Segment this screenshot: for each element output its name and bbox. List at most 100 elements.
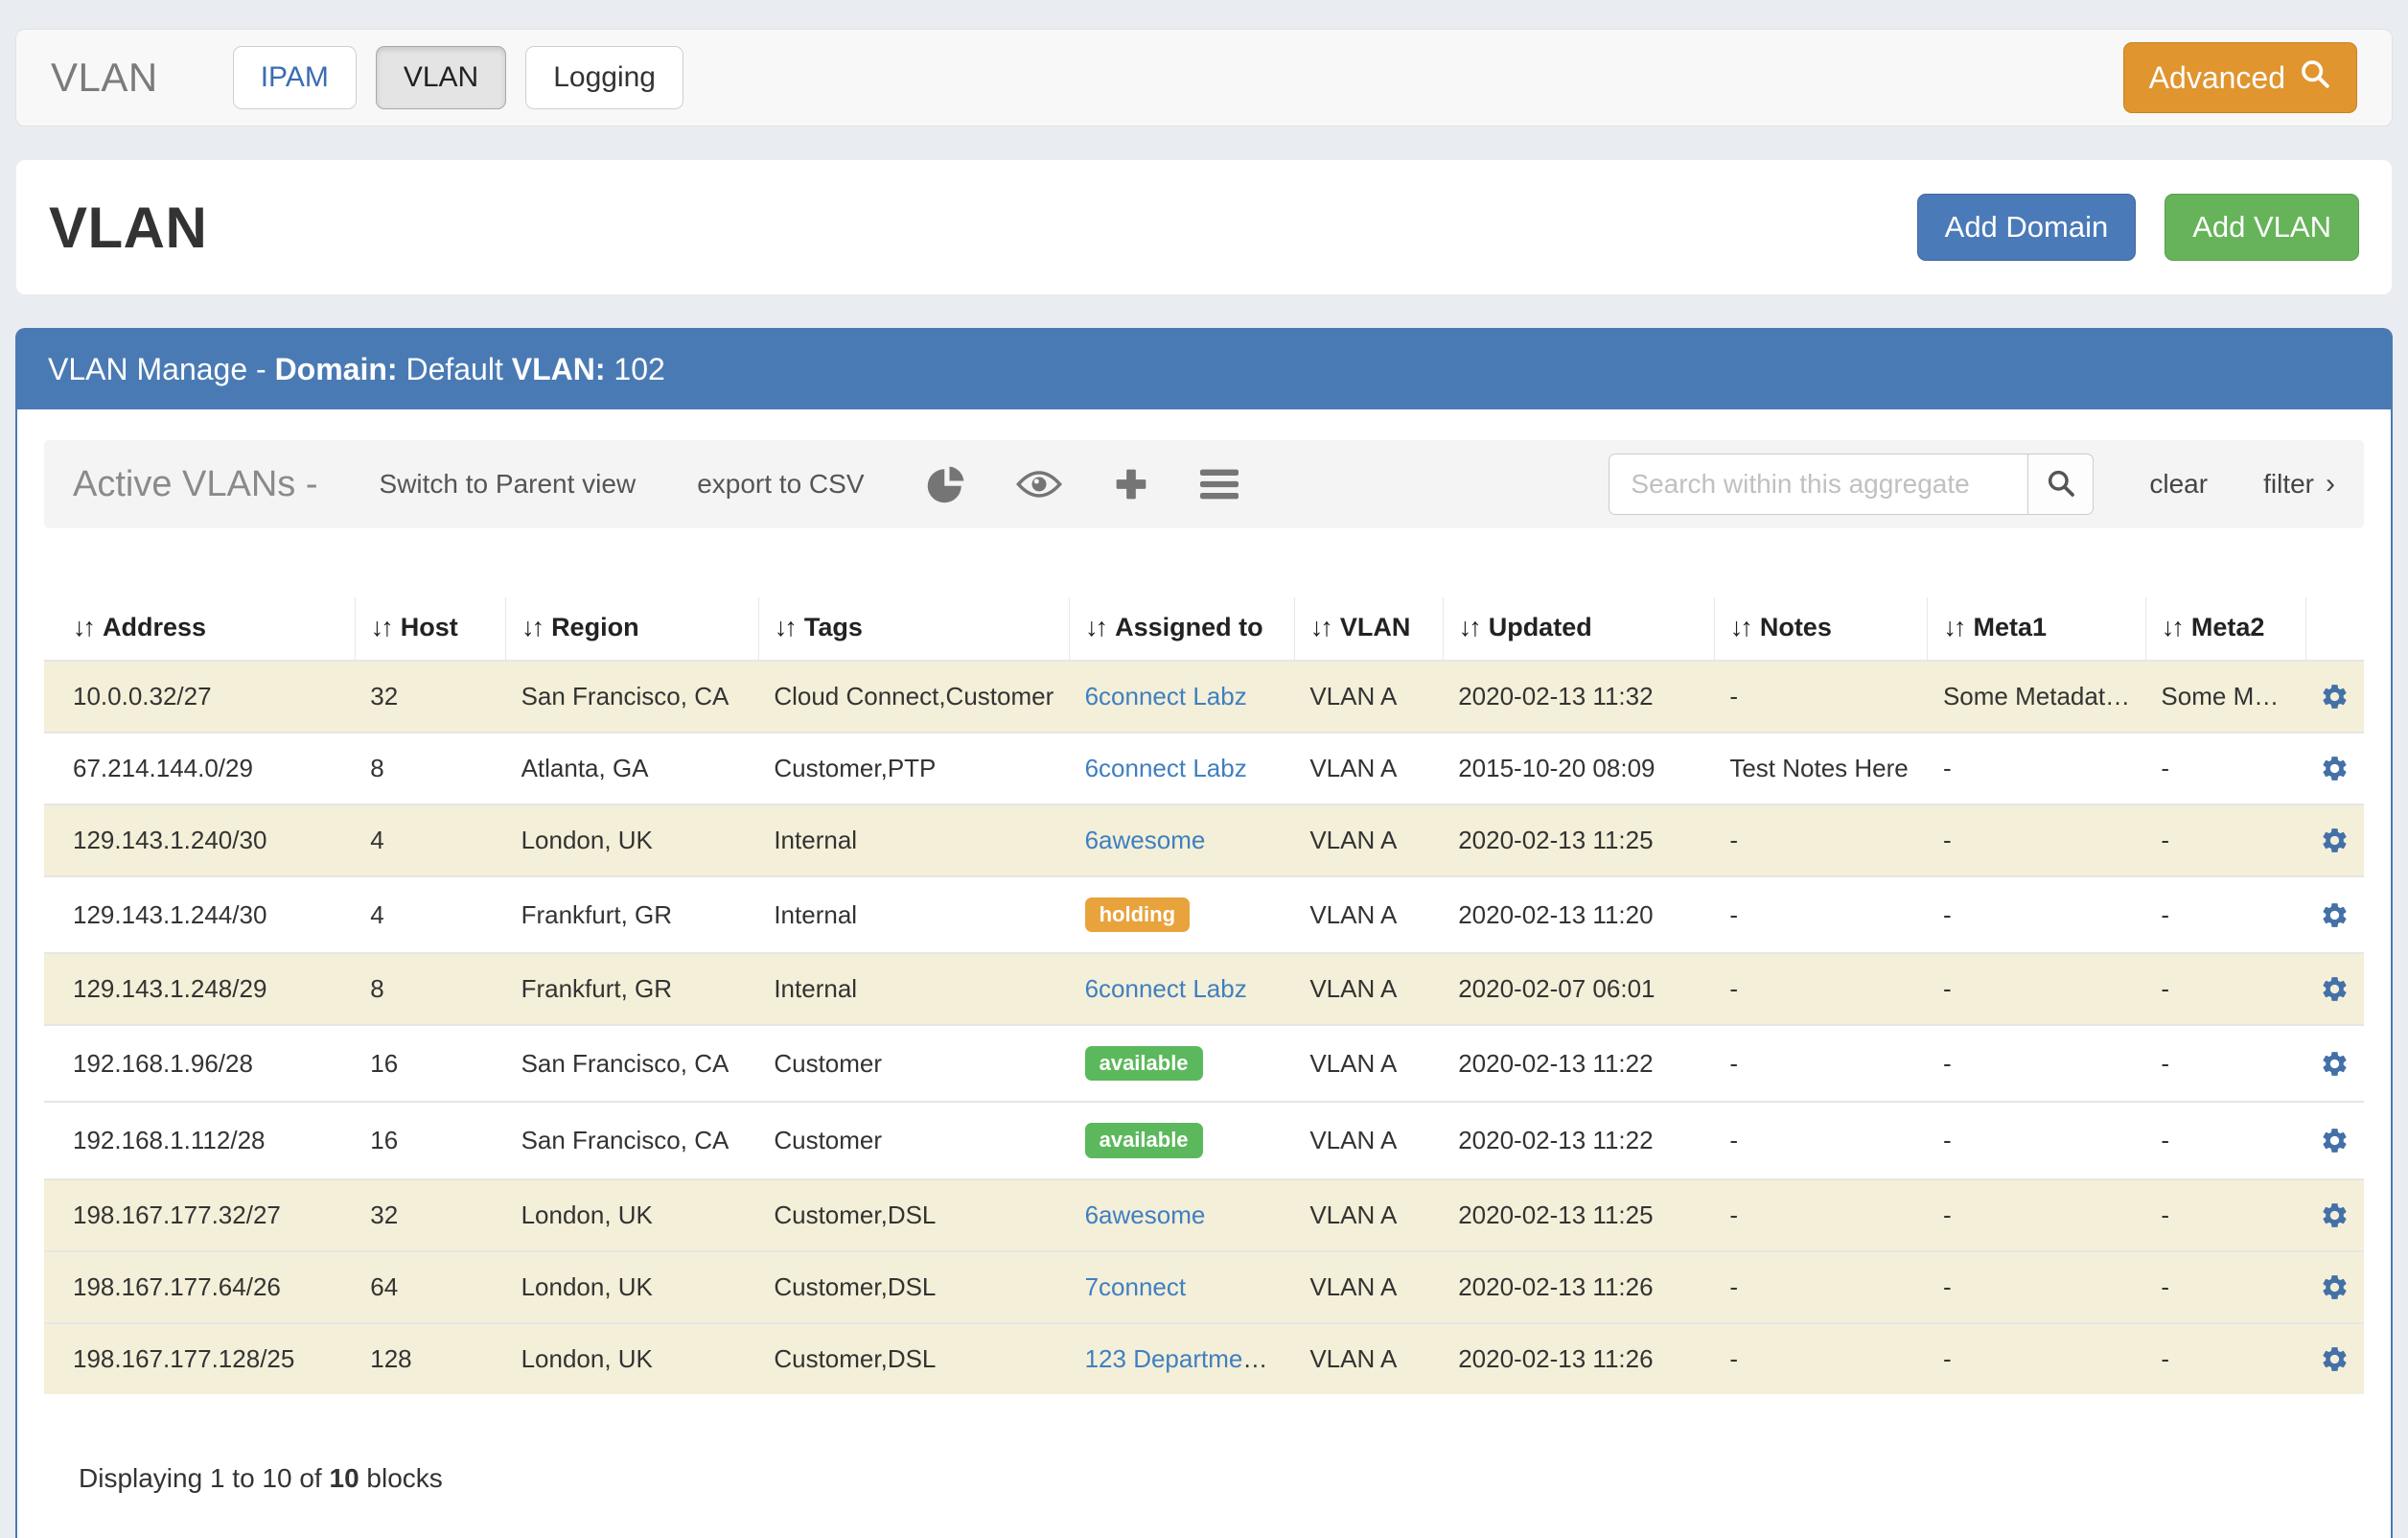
add-vlan-button[interactable]: Add VLAN [2165, 194, 2359, 261]
cell-actions [2305, 876, 2364, 953]
switch-parent-view-link[interactable]: Switch to Parent view [380, 469, 637, 500]
gear-icon[interactable] [2320, 1344, 2350, 1374]
export-csv-link[interactable]: export to CSV [697, 469, 864, 500]
cell-address: 198.167.177.32/27 [44, 1179, 355, 1251]
column-header-vlan[interactable]: ↓↑VLAN [1294, 597, 1443, 661]
assigned-link[interactable]: 6connect Labz [1085, 682, 1247, 711]
cell-meta1: - [1928, 953, 2145, 1025]
cell-meta2: - [2145, 953, 2305, 1025]
pie-chart-icon[interactable] [926, 464, 966, 504]
gear-icon[interactable] [2320, 1126, 2350, 1155]
cell-address: 198.167.177.64/26 [44, 1251, 355, 1323]
sort-icon: ↓↑ [2162, 613, 2182, 641]
gear-icon[interactable] [2320, 974, 2350, 1004]
column-header-meta1[interactable]: ↓↑Meta1 [1928, 597, 2145, 661]
cell-notes: - [1714, 804, 1928, 876]
assigned-link[interactable]: 6awesome [1085, 826, 1206, 854]
cell-assigned-to: 7connect [1070, 1251, 1295, 1323]
tab-vlan[interactable]: VLAN [376, 46, 506, 109]
search-button[interactable] [2028, 454, 2094, 515]
clear-link[interactable]: clear [2149, 469, 2208, 500]
table-row: 67.214.144.0/298Atlanta, GACustomer,PTP6… [44, 733, 2364, 804]
cell-vlan: VLAN A [1294, 661, 1443, 733]
column-header-address[interactable]: ↓↑Address [44, 597, 355, 661]
cell-meta1: - [1928, 804, 2145, 876]
list-icon[interactable] [1200, 468, 1239, 501]
cell-region: London, UK [506, 1251, 759, 1323]
cell-tags: Customer,DSL [758, 1251, 1069, 1323]
gear-icon[interactable] [2320, 1049, 2350, 1079]
sort-icon: ↓↑ [1943, 613, 1963, 641]
search-icon [2046, 468, 2076, 501]
gear-icon[interactable] [2320, 1200, 2350, 1230]
assigned-link[interactable]: 123 Department... [1085, 1344, 1285, 1373]
eye-icon[interactable] [1016, 469, 1062, 500]
cell-host: 32 [355, 661, 505, 733]
cell-host: 4 [355, 876, 505, 953]
column-header-notes[interactable]: ↓↑Notes [1714, 597, 1928, 661]
add-domain-button[interactable]: Add Domain [1917, 194, 2137, 261]
sort-icon: ↓↑ [371, 613, 391, 641]
cell-actions [2305, 1102, 2364, 1178]
sort-icon: ↓↑ [1730, 613, 1750, 641]
cell-updated: 2020-02-13 11:22 [1443, 1102, 1714, 1178]
cell-region: San Francisco, CA [506, 661, 759, 733]
column-header-label: Host [401, 613, 458, 641]
cell-region: Frankfurt, GR [506, 953, 759, 1025]
app-brand: VLAN [51, 55, 158, 101]
assigned-link[interactable]: 6connect Labz [1085, 754, 1247, 782]
cell-meta1: - [1928, 1102, 2145, 1178]
cell-updated: 2020-02-07 06:01 [1443, 953, 1714, 1025]
column-header-region[interactable]: ↓↑Region [506, 597, 759, 661]
column-header-label: Meta2 [2191, 613, 2265, 641]
cell-meta1: - [1928, 876, 2145, 953]
tab-ipam[interactable]: IPAM [233, 46, 357, 109]
table-row: 198.167.177.32/2732London, UKCustomer,DS… [44, 1179, 2364, 1251]
cell-meta2: - [2145, 1179, 2305, 1251]
cell-region: London, UK [506, 804, 759, 876]
plus-icon[interactable] [1112, 465, 1150, 503]
assigned-link[interactable]: 6awesome [1085, 1200, 1206, 1229]
column-header-label: Updated [1489, 613, 1592, 641]
cell-region: San Francisco, CA [506, 1102, 759, 1178]
column-header-assigned-to[interactable]: ↓↑Assigned to [1070, 597, 1295, 661]
cell-updated: 2020-02-13 11:22 [1443, 1025, 1714, 1102]
cell-updated: 2020-02-13 11:26 [1443, 1323, 1714, 1394]
cell-address: 198.167.177.128/25 [44, 1323, 355, 1394]
cell-tags: Internal [758, 953, 1069, 1025]
sort-icon: ↓↑ [775, 613, 795, 641]
column-header-meta2[interactable]: ↓↑ Meta2 [2145, 597, 2305, 661]
cell-actions [2305, 661, 2364, 733]
table-row: 129.143.1.244/304Frankfurt, GRInternalho… [44, 876, 2364, 953]
gear-icon[interactable] [2320, 826, 2350, 855]
advanced-search-button[interactable]: Advanced [2123, 42, 2357, 113]
cell-meta2: - [2145, 1025, 2305, 1102]
gear-icon[interactable] [2320, 754, 2350, 783]
advanced-search-label: Advanced [2149, 60, 2285, 96]
cell-notes: - [1714, 1323, 1928, 1394]
table-row: 198.167.177.128/25128London, UKCustomer,… [44, 1323, 2364, 1394]
column-header-updated[interactable]: ↓↑Updated [1443, 597, 1714, 661]
gear-icon[interactable] [2320, 1272, 2350, 1302]
gear-icon[interactable] [2320, 900, 2350, 930]
gear-icon[interactable] [2320, 682, 2350, 711]
assigned-link[interactable]: 6connect Labz [1085, 974, 1247, 1003]
filter-link[interactable]: filter› [2263, 468, 2335, 501]
search-input[interactable] [1609, 454, 2028, 515]
column-header-host[interactable]: ↓↑ Host [355, 597, 505, 661]
cell-actions [2305, 1025, 2364, 1102]
cell-notes: - [1714, 661, 1928, 733]
cell-vlan: VLAN A [1294, 1179, 1443, 1251]
column-header-label: Assigned to [1115, 613, 1263, 641]
column-header-tags[interactable]: ↓↑Tags [758, 597, 1069, 661]
column-header-label: VLAN [1340, 613, 1411, 641]
table-row: 129.143.1.248/298Frankfurt, GRInternal6c… [44, 953, 2364, 1025]
assigned-link[interactable]: 7connect [1085, 1272, 1187, 1301]
tab-logging[interactable]: Logging [525, 46, 683, 109]
table-row: 198.167.177.64/2664London, UKCustomer,DS… [44, 1251, 2364, 1323]
table-toolbar: Active VLANs - Switch to Parent view exp… [44, 440, 2364, 528]
page-header-card: VLAN Add Domain Add VLAN [15, 159, 2393, 295]
cell-vlan: VLAN A [1294, 1251, 1443, 1323]
cell-assigned-to: 6awesome [1070, 1179, 1295, 1251]
cell-notes: - [1714, 1179, 1928, 1251]
